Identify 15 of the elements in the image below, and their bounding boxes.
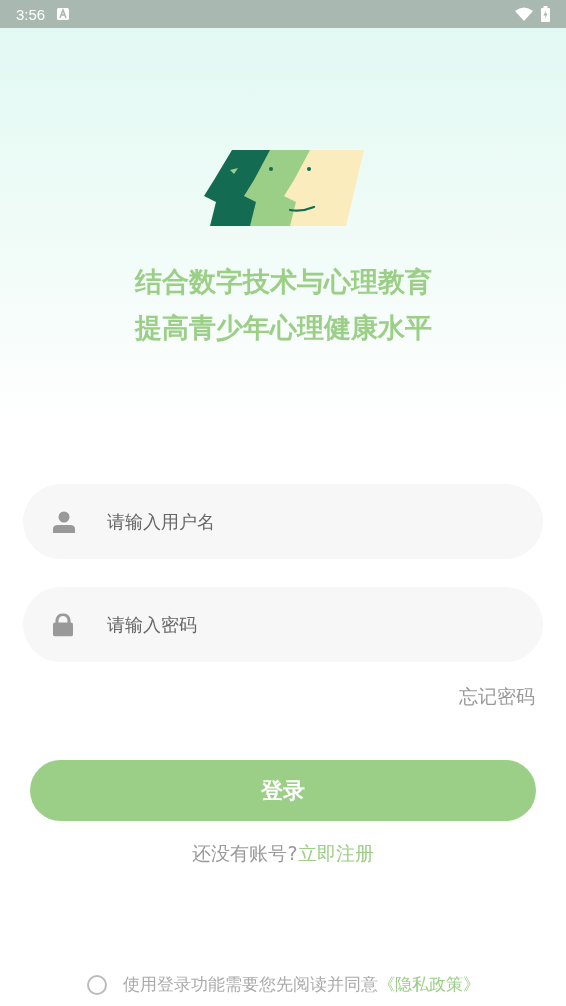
wifi-icon: [515, 7, 533, 21]
register-link[interactable]: 立即注册: [297, 841, 374, 867]
forgot-password-link[interactable]: 忘记密码: [459, 684, 535, 710]
register-prompt: 还没有账号?: [192, 841, 298, 866]
keyboard-icon: [57, 8, 70, 20]
privacy-policy-link[interactable]: 《隐私政策》: [377, 973, 480, 996]
password-field[interactable]: 请输入密码: [23, 587, 543, 662]
login-button[interactable]: 登录: [30, 760, 536, 821]
slogan-text: 提高青少年心理健康水平: [134, 311, 432, 345]
battery-icon: [541, 6, 550, 22]
agreement-checkbox[interactable]: [86, 974, 107, 995]
slogan-text: 结合数字技术与心理教育: [134, 265, 432, 299]
status-time: 3:56: [16, 5, 46, 23]
username-field[interactable]: 请输入用户名: [23, 484, 543, 559]
agreement-text: 使用登录功能需要您先阅读并同意: [122, 973, 378, 996]
